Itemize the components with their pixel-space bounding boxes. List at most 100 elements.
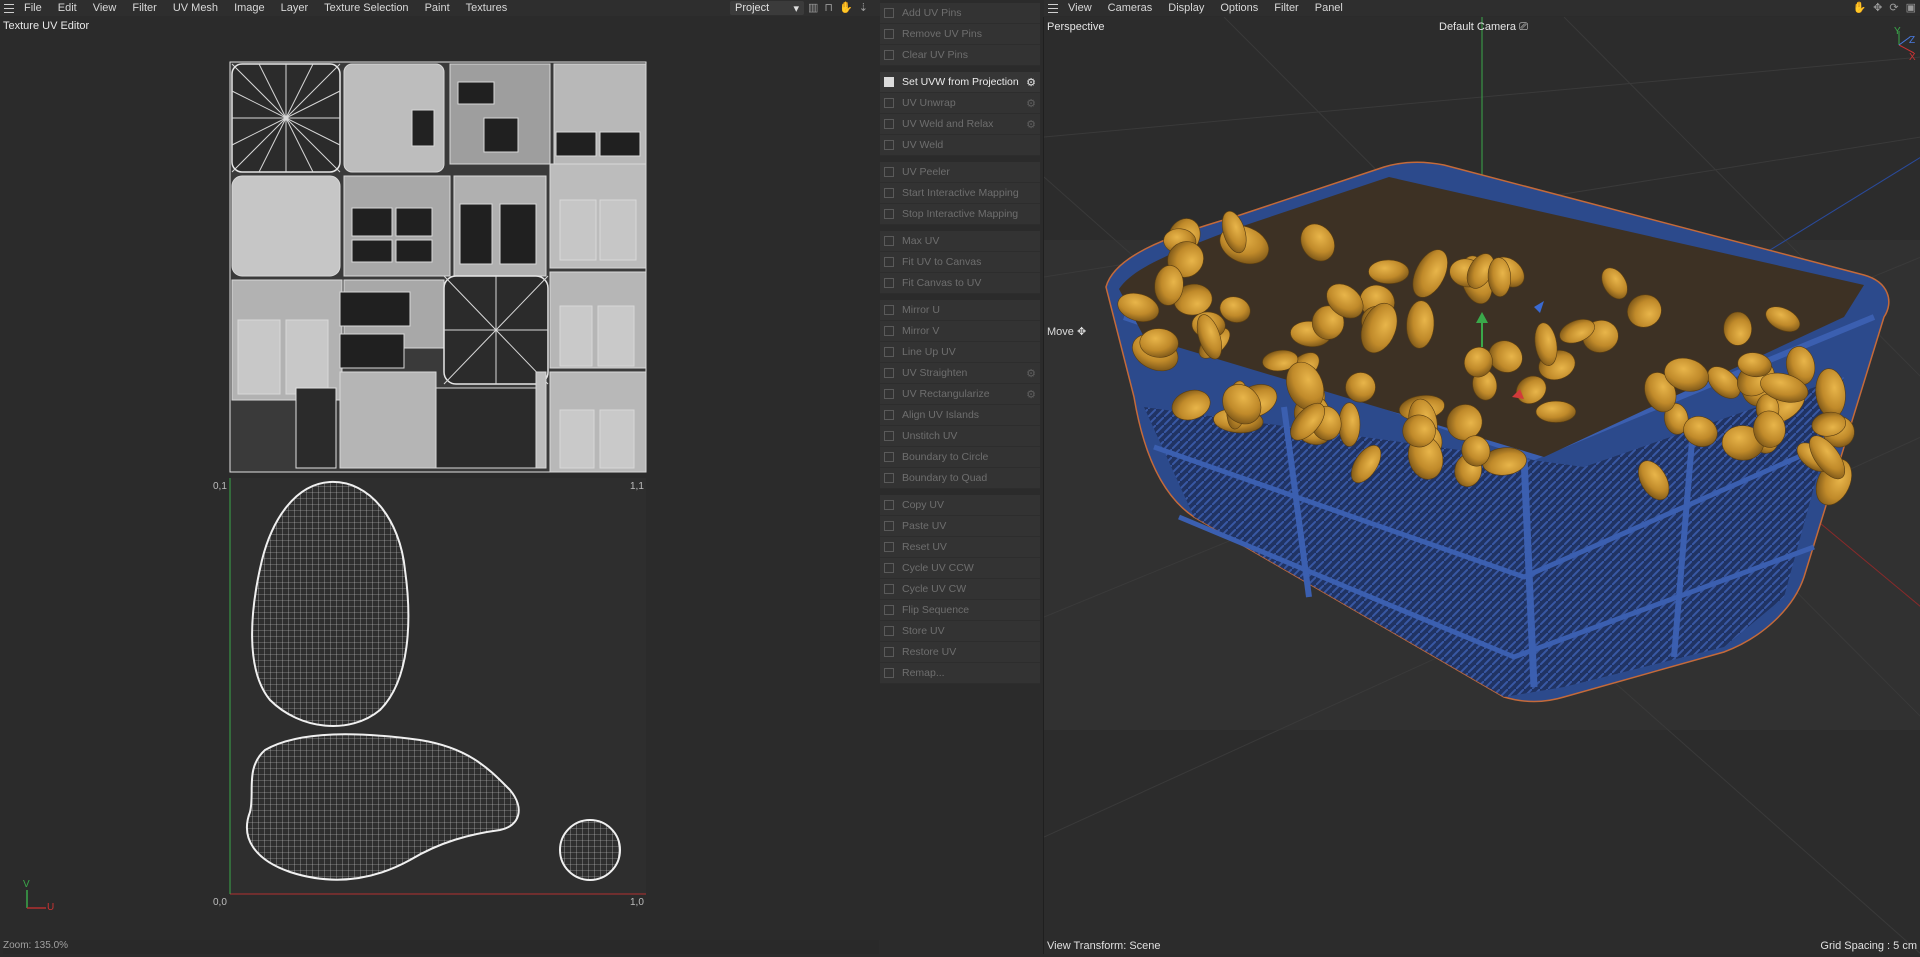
uv-canvas[interactable]: 0,1 1,1 0,0 1,0 V U bbox=[0, 34, 878, 939]
gear-icon[interactable]: ⚙ bbox=[1026, 388, 1036, 401]
command-boundary-to-circle[interactable]: Boundary to Circle bbox=[880, 447, 1040, 468]
project-dropdown[interactable]: Project ▾ bbox=[730, 1, 804, 15]
move-view-icon[interactable]: ✥ bbox=[1873, 1, 1882, 14]
command-mirror-v[interactable]: Mirror V bbox=[880, 321, 1040, 342]
gear-icon[interactable]: ⚙ bbox=[1026, 76, 1036, 89]
active-tool-label: Move bbox=[1047, 326, 1074, 338]
command-fit-canvas-to-uv[interactable]: Fit Canvas to UV bbox=[880, 273, 1040, 294]
menu-icon[interactable] bbox=[1048, 3, 1058, 13]
rotate-view-icon[interactable]: ⟳ bbox=[1889, 1, 1898, 14]
uv-menu-texture-selection[interactable]: Texture Selection bbox=[316, 2, 416, 14]
command-icon bbox=[884, 50, 894, 60]
command-line-up-uv[interactable]: Line Up UV bbox=[880, 342, 1040, 363]
command-align-uv-islands[interactable]: Align UV Islands bbox=[880, 405, 1040, 426]
uv-canvas-drawing bbox=[26, 61, 647, 909]
axis-y-label: Y bbox=[1894, 26, 1901, 37]
move-view-icon[interactable]: ⇣ bbox=[859, 1, 868, 14]
viewport-menu-options[interactable]: Options bbox=[1212, 2, 1266, 14]
command-uv-weld[interactable]: UV Weld bbox=[880, 135, 1040, 156]
uv-axis-gizmo bbox=[26, 890, 46, 909]
uv-menu-layer[interactable]: Layer bbox=[273, 2, 317, 14]
command-label: Store UV bbox=[902, 625, 945, 637]
uv-menu-edit[interactable]: Edit bbox=[50, 2, 85, 14]
command-flip-sequence[interactable]: Flip Sequence bbox=[880, 600, 1040, 621]
perspective-viewport[interactable]: Perspective Default Camera ⎚ Move ✥ Y Z … bbox=[1043, 16, 1920, 954]
axis-u-label: U bbox=[47, 902, 55, 913]
command-boundary-to-quad[interactable]: Boundary to Quad bbox=[880, 468, 1040, 489]
uv-menu-view[interactable]: View bbox=[85, 2, 125, 14]
command-store-uv[interactable]: Store UV bbox=[880, 621, 1040, 642]
command-label: Restore UV bbox=[902, 646, 957, 658]
command-label: Boundary to Circle bbox=[902, 451, 989, 463]
maximize-icon[interactable]: ▣ bbox=[1906, 1, 1916, 14]
hand-pan-icon[interactable]: ✋ bbox=[1852, 1, 1866, 14]
command-icon bbox=[884, 563, 894, 573]
command-paste-uv[interactable]: Paste UV bbox=[880, 516, 1040, 537]
command-icon bbox=[884, 98, 894, 108]
camera-label: Default Camera bbox=[1439, 21, 1517, 33]
uv-menu-file[interactable]: File bbox=[20, 2, 50, 14]
command-group: Set UVW from Projection ⚙ UV Unwrap ⚙ UV Wel… bbox=[880, 72, 1040, 156]
command-label: Line Up UV bbox=[902, 346, 956, 358]
command-label: Clear UV Pins bbox=[902, 49, 968, 61]
viewport-menubar: View Cameras Display Options Filter Panel bbox=[1044, 0, 1920, 16]
command-uv-weld-and-relax[interactable]: UV Weld and Relax ⚙ bbox=[880, 114, 1040, 135]
command-uv-rectangularize[interactable]: UV Rectangularize ⚙ bbox=[880, 384, 1040, 405]
command-remap[interactable]: Remap... bbox=[880, 663, 1040, 684]
viewport-menu-view[interactable]: View bbox=[1064, 2, 1100, 14]
command-label: Fit Canvas to UV bbox=[902, 277, 982, 289]
viewport-menu-filter[interactable]: Filter bbox=[1266, 2, 1306, 14]
coord-bottom-right: 1,0 bbox=[630, 897, 644, 908]
command-label: UV Unwrap bbox=[902, 97, 956, 109]
command-label: Unstitch UV bbox=[902, 430, 958, 442]
command-cycle-uv-cw[interactable]: Cycle UV CW bbox=[880, 579, 1040, 600]
hand-pan-icon[interactable]: ✋ bbox=[839, 1, 853, 14]
command-copy-uv[interactable]: Copy UV bbox=[880, 495, 1040, 516]
command-fit-uv-to-canvas[interactable]: Fit UV to Canvas bbox=[880, 252, 1040, 273]
command-clear-uv-pins[interactable]: Clear UV Pins bbox=[880, 45, 1040, 66]
gear-icon[interactable]: ⚙ bbox=[1026, 367, 1036, 380]
viewport-menu-display[interactable]: Display bbox=[1160, 2, 1212, 14]
menu-icon[interactable] bbox=[4, 3, 14, 13]
command-unstitch-uv[interactable]: Unstitch UV bbox=[880, 426, 1040, 447]
command-start-interactive-mapping[interactable]: Start Interactive Mapping bbox=[880, 183, 1040, 204]
command-remove-uv-pins[interactable]: Remove UV Pins bbox=[880, 24, 1040, 45]
viewport-menu-cameras[interactable]: Cameras bbox=[1100, 2, 1161, 14]
command-reset-uv[interactable]: Reset UV bbox=[880, 537, 1040, 558]
uv-menu-image[interactable]: Image bbox=[226, 2, 273, 14]
uv-menu-uv-mesh[interactable]: UV Mesh bbox=[165, 2, 226, 14]
uv-menu-filter[interactable]: Filter bbox=[124, 2, 164, 14]
uv-menu-textures[interactable]: Textures bbox=[458, 2, 516, 14]
gear-icon[interactable]: ⚙ bbox=[1026, 97, 1036, 110]
command-label: Cycle UV CW bbox=[902, 583, 967, 595]
command-icon bbox=[884, 521, 894, 531]
command-icon bbox=[884, 29, 894, 39]
command-uv-unwrap[interactable]: UV Unwrap ⚙ bbox=[880, 93, 1040, 114]
potato bbox=[1338, 402, 1361, 447]
histogram-icon[interactable]: ▥ bbox=[808, 1, 818, 14]
command-max-uv[interactable]: Max UV bbox=[880, 231, 1040, 252]
command-label: Stop Interactive Mapping bbox=[902, 208, 1019, 220]
command-uv-straighten[interactable]: UV Straighten ⚙ bbox=[880, 363, 1040, 384]
command-icon bbox=[884, 605, 894, 615]
gear-icon[interactable]: ⚙ bbox=[1026, 118, 1036, 131]
coord-bottom-left: 0,0 bbox=[213, 897, 227, 908]
command-stop-interactive-mapping[interactable]: Stop Interactive Mapping bbox=[880, 204, 1040, 225]
command-set-uvw-from-projection[interactable]: Set UVW from Projection ⚙ bbox=[880, 72, 1040, 93]
command-icon bbox=[884, 647, 894, 657]
uv-menu-paint[interactable]: Paint bbox=[417, 2, 458, 14]
command-icon bbox=[884, 167, 894, 177]
axis-z-label: Z bbox=[1909, 35, 1916, 46]
command-mirror-u[interactable]: Mirror U bbox=[880, 300, 1040, 321]
command-add-uv-pins[interactable]: Add UV Pins bbox=[880, 3, 1040, 24]
command-cycle-uv-ccw[interactable]: Cycle UV CCW bbox=[880, 558, 1040, 579]
camera-selector[interactable]: Default Camera ⎚ bbox=[1439, 21, 1528, 34]
command-group: Max UV Fit UV to Canvas Fit Canvas to UV bbox=[880, 231, 1040, 294]
command-restore-uv[interactable]: Restore UV bbox=[880, 642, 1040, 663]
command-icon bbox=[884, 278, 894, 288]
command-label: Boundary to Quad bbox=[902, 472, 988, 484]
axis-v-label: V bbox=[23, 879, 30, 890]
viewport-menu-panel[interactable]: Panel bbox=[1307, 2, 1351, 14]
command-uv-peeler[interactable]: UV Peeler bbox=[880, 162, 1040, 183]
lock-icon[interactable]: ⊓ bbox=[824, 1, 833, 14]
